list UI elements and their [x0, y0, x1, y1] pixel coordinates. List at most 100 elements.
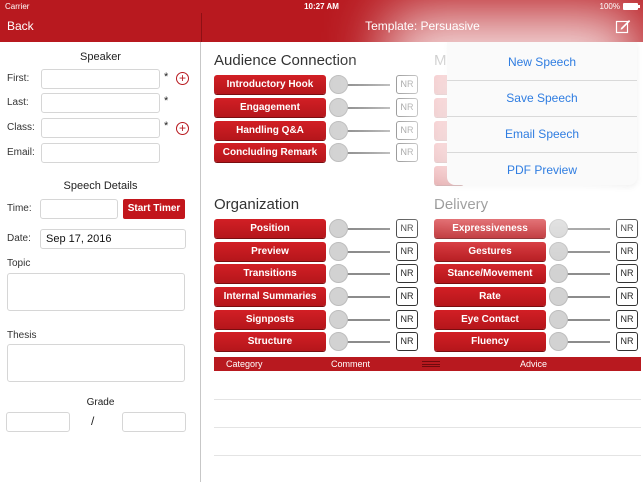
slider-knob[interactable] [549, 219, 568, 238]
partially-hidden-group-title: M [434, 52, 447, 69]
category-button[interactable]: Structure [214, 332, 326, 351]
nr-button[interactable]: NR [396, 310, 418, 329]
slider-knob[interactable] [329, 287, 348, 306]
category-button[interactable]: Engagement [214, 98, 326, 117]
nr-button[interactable]: NR [396, 332, 418, 351]
class-field[interactable] [41, 118, 160, 138]
date-field[interactable]: Sep 17, 2016 [40, 229, 186, 249]
slider-knob[interactable] [549, 242, 568, 261]
nr-button[interactable]: NR [396, 143, 418, 162]
rubric-row: Engagement NR [214, 98, 420, 117]
organization-title: Organization [214, 196, 300, 213]
nr-button[interactable]: NR [616, 332, 638, 351]
page-title: Template: Persuasive [365, 19, 480, 33]
email-speech-menu-item[interactable]: Email Speech [447, 116, 637, 152]
start-timer-button[interactable]: Start Timer [123, 199, 185, 219]
grade-separator: / [91, 414, 95, 428]
slider-knob[interactable] [329, 143, 348, 162]
category-button[interactable]: Transitions [214, 264, 326, 283]
rubric-row: Expressiveness NR [434, 219, 640, 238]
column-header-category: Category [226, 359, 263, 369]
email-label: Email: [7, 147, 35, 158]
category-button[interactable]: Internal Summaries [214, 287, 326, 306]
nr-button[interactable]: NR [396, 98, 418, 117]
comments-table-header: Category Comment Advice [214, 357, 641, 371]
slider-knob[interactable] [329, 121, 348, 140]
category-button[interactable]: Gestures [434, 242, 546, 261]
rubric-row: Signposts NR [214, 310, 420, 329]
column-header-comment: Comment [331, 359, 371, 369]
category-button[interactable]: Position [214, 219, 326, 238]
delivery-title: Delivery [434, 196, 489, 213]
column-header-advice: Advice [520, 359, 548, 369]
status-time: 10:27 AM [304, 2, 339, 11]
battery-percent: 100% [599, 2, 620, 11]
category-button[interactable]: Introductory Hook [214, 75, 326, 94]
class-label: Class: [7, 122, 35, 133]
nr-button[interactable]: NR [616, 219, 638, 238]
grade-total-field[interactable] [122, 412, 186, 432]
category-button[interactable]: Eye Contact [434, 310, 546, 329]
grade-score-field[interactable] [6, 412, 70, 432]
slider-knob[interactable] [549, 287, 568, 306]
slider-knob[interactable] [549, 332, 568, 351]
category-button[interactable]: Stance/Movement [434, 264, 546, 283]
category-button[interactable]: Expressiveness [434, 219, 546, 238]
category-button[interactable]: Fluency [434, 332, 546, 351]
rubric-row: Rate NR [434, 287, 640, 306]
compose-icon[interactable] [615, 18, 631, 34]
slider-knob[interactable] [549, 264, 568, 283]
slider-knob[interactable] [329, 219, 348, 238]
thesis-textarea[interactable] [7, 344, 185, 382]
thesis-label: Thesis [7, 330, 37, 341]
rubric-row: Handling Q&A NR [214, 121, 420, 140]
speaker-section-title: Speaker [80, 51, 121, 63]
slider-knob[interactable] [329, 264, 348, 283]
last-name-field[interactable] [41, 93, 160, 113]
slider-knob[interactable] [549, 310, 568, 329]
nr-button[interactable]: NR [396, 287, 418, 306]
required-mark: * [164, 120, 169, 132]
slider-knob[interactable] [329, 310, 348, 329]
slider-knob[interactable] [329, 75, 348, 94]
required-mark: * [164, 71, 169, 83]
back-button[interactable]: Back [7, 19, 34, 33]
slider-knob[interactable] [329, 242, 348, 261]
nr-button[interactable]: NR [396, 264, 418, 283]
category-button[interactable]: Preview [214, 242, 326, 261]
nr-button[interactable]: NR [616, 287, 638, 306]
new-speech-menu-item[interactable]: New Speech [447, 44, 637, 80]
category-button[interactable]: Concluding Remark [214, 143, 326, 162]
speaker-details-pane: Speaker First: * + Last: * Class: * + Em… [0, 42, 201, 482]
table-row-divider [214, 427, 641, 428]
rubric-row: Eye Contact NR [434, 310, 640, 329]
nr-button[interactable]: NR [396, 219, 418, 238]
resize-handle-icon[interactable] [422, 361, 440, 367]
add-class-icon[interactable]: + [176, 122, 189, 135]
rubric-row: Concluding Remark NR [214, 143, 420, 162]
nr-button[interactable]: NR [396, 75, 418, 94]
first-name-field[interactable] [41, 69, 160, 89]
nr-button[interactable]: NR [396, 121, 418, 140]
topic-textarea[interactable] [7, 273, 185, 311]
time-label: Time: [7, 203, 32, 214]
category-button[interactable]: Rate [434, 287, 546, 306]
add-speaker-icon[interactable]: + [176, 72, 189, 85]
pdf-preview-menu-item[interactable]: PDF Preview [447, 152, 637, 188]
time-field[interactable] [40, 199, 118, 219]
category-button[interactable]: Signposts [214, 310, 326, 329]
category-button[interactable]: Handling Q&A [214, 121, 326, 140]
nr-button[interactable]: NR [616, 264, 638, 283]
rubric-row: Transitions NR [214, 264, 420, 283]
nr-button[interactable]: NR [396, 242, 418, 261]
save-speech-menu-item[interactable]: Save Speech [447, 80, 637, 116]
slider-knob[interactable] [329, 98, 348, 117]
rubric-row: Position NR [214, 219, 420, 238]
email-field[interactable] [41, 143, 160, 163]
slider-knob[interactable] [329, 332, 348, 351]
rubric-row: Internal Summaries NR [214, 287, 420, 306]
actions-popover: New Speech Save Speech Email Speech PDF … [447, 42, 637, 185]
last-name-label: Last: [7, 97, 29, 108]
nr-button[interactable]: NR [616, 310, 638, 329]
nr-button[interactable]: NR [616, 242, 638, 261]
